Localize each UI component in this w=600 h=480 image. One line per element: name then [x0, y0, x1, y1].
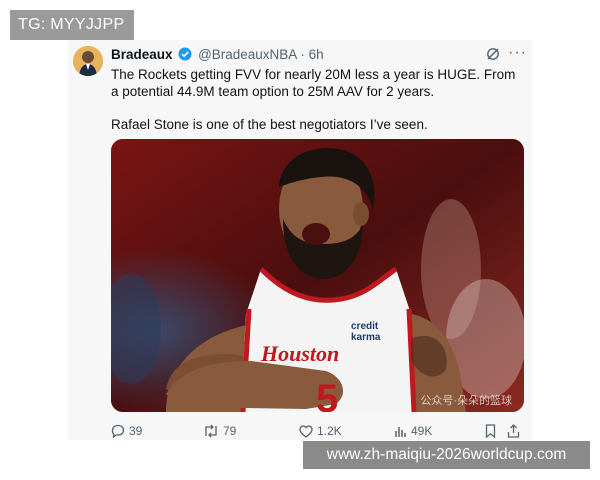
share-icon	[507, 424, 520, 438]
tweet-card[interactable]: Bradeaux @BradeauxNBA · 6h ··· The Rocke…	[68, 40, 532, 440]
repost-icon	[205, 424, 217, 438]
share-button[interactable]	[507, 424, 520, 438]
jersey-script: Houston	[260, 341, 339, 366]
views-icon	[395, 426, 406, 437]
bookmark-button[interactable]	[485, 424, 496, 438]
tg-label: TG: MYYJJPP	[10, 10, 134, 40]
repost-button[interactable]: 79	[203, 424, 236, 438]
tweet-header: Bradeaux @BradeauxNBA · 6h	[111, 47, 324, 64]
like-icon	[299, 424, 313, 438]
jersey-sponsor-line2: karma	[351, 332, 381, 343]
tweet-actions: 39 79 1.2K 49K	[111, 424, 524, 440]
jersey-sponsor-line1: credit	[351, 321, 379, 332]
avatar[interactable]	[73, 46, 103, 76]
views-button[interactable]: 49K	[394, 424, 432, 438]
tweet-media-photo[interactable]: 5 Houston credit karma 公众号·朵朵的篮球	[111, 139, 524, 412]
reply-button[interactable]: 39	[111, 424, 142, 438]
jersey-number: 5	[316, 377, 338, 412]
reply-icon	[111, 424, 125, 438]
verified-badge-icon	[178, 47, 192, 64]
like-button[interactable]: 1.2K	[299, 424, 342, 438]
more-icon[interactable]: ···	[508, 44, 527, 62]
site-url-label: www.zh-maiqiu-2026worldcup.com	[303, 441, 590, 469]
bookmark-icon	[485, 424, 496, 438]
like-count: 1.2K	[317, 424, 342, 438]
image-watermark: 公众号·朵朵的篮球	[420, 395, 512, 407]
timestamp[interactable]: 6h	[309, 47, 324, 62]
views-count: 49K	[411, 424, 433, 438]
separator-dot: ·	[300, 47, 305, 62]
handle[interactable]: @BradeauxNBA	[198, 47, 297, 62]
tweet-text: The Rockets getting FVV for nearly 20M l…	[111, 66, 521, 133]
display-name[interactable]: Bradeaux	[111, 47, 173, 62]
tweet-text-paragraph-1: The Rockets getting FVV for nearly 20M l…	[111, 67, 516, 99]
repost-count: 79	[223, 424, 237, 438]
grok-icon[interactable]	[486, 47, 500, 66]
tweet-text-paragraph-2: Rafael Stone is one of the best negotiat…	[111, 117, 428, 132]
reply-count: 39	[129, 424, 143, 438]
